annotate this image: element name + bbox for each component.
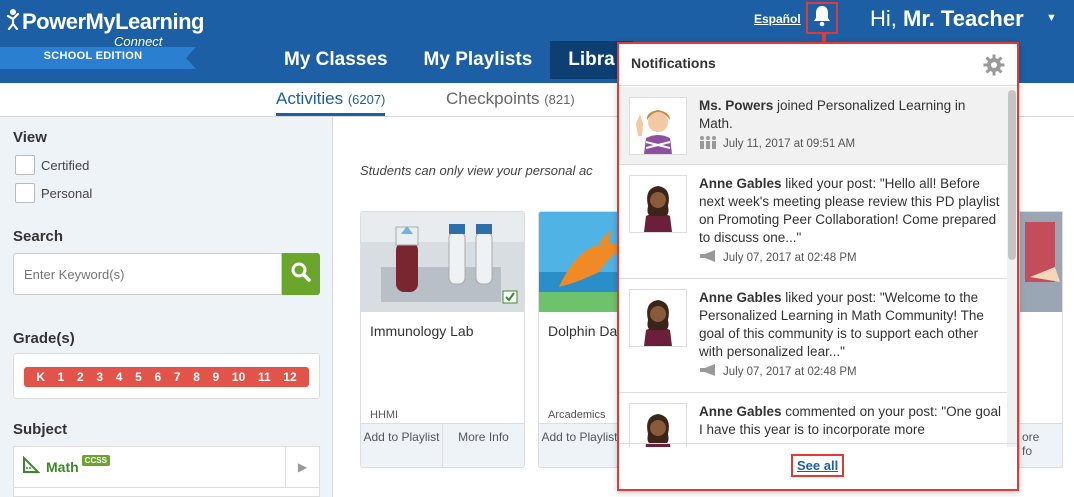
nav-my-classes[interactable]: My Classes <box>266 41 406 79</box>
search-icon <box>290 261 312 288</box>
card-title[interactable]: Immunology Lab <box>370 323 474 339</box>
grades-title: Grade(s) <box>13 330 75 347</box>
notifications-panel: Notifications Ms. Powers joined Personal… <box>617 42 1019 491</box>
subject-next-row <box>13 488 320 497</box>
visibility-notice: Students can only view your personal ac <box>360 163 593 178</box>
avatar <box>629 97 687 155</box>
filter-sidebar: View Certified Personal Search Grade(s) … <box>0 117 333 497</box>
more-info-button[interactable]: More Info <box>442 424 524 467</box>
megaphone-icon <box>699 363 717 380</box>
tab-activities[interactable]: Activities (6207) <box>276 89 386 116</box>
notification-time: July 11, 2017 at 09:51 AM <box>723 137 856 150</box>
notification-actor[interactable]: Anne Gables <box>699 404 782 419</box>
grade-label: 8 <box>193 370 200 384</box>
notification-item[interactable]: Anne Gables liked your post: "Welcome to… <box>619 279 1009 393</box>
main-nav: My Classes My Playlists Libra <box>266 41 633 79</box>
grade-label: 3 <box>96 370 104 384</box>
notifications-button[interactable] <box>806 2 838 34</box>
card-actions: Add to Playlist More Info <box>361 423 524 467</box>
avatar <box>629 175 687 233</box>
notification-item[interactable]: Anne Gables commented on your post: "One… <box>619 393 1009 447</box>
card-publisher: HHMI <box>370 409 399 421</box>
notifications-header: Notifications <box>619 44 1017 86</box>
search-box <box>13 253 320 295</box>
notification-time: July 07, 2017 at 02:48 PM <box>723 365 857 378</box>
grade-label: 4 <box>115 370 123 384</box>
ccss-badge: CCSS <box>81 454 110 466</box>
grade-label: 5 <box>135 370 142 384</box>
user-name: Mr. Teacher <box>903 6 1024 31</box>
search-title: Search <box>13 228 64 245</box>
card-thumbnail <box>361 212 524 312</box>
search-input[interactable] <box>13 253 282 295</box>
scroll-thumb[interactable] <box>1008 90 1016 260</box>
notification-actor[interactable]: Ms. Powers <box>699 98 773 113</box>
grade-label: 2 <box>77 370 84 384</box>
add-to-playlist-button[interactable]: Add to Playlist <box>361 424 442 467</box>
notification-item[interactable]: Anne Gables liked your post: "Hello all!… <box>619 165 1009 279</box>
grade-label: 6 <box>154 370 162 384</box>
view-title: View <box>13 129 47 146</box>
personal-checkbox[interactable]: Personal <box>15 183 92 203</box>
grade-label: 12 <box>283 370 297 384</box>
partial-activity-card[interactable]: ore fo <box>1019 211 1063 468</box>
notification-time: July 07, 2017 at 02:48 PM <box>723 251 857 264</box>
card-publisher: Arcademics <box>548 409 606 421</box>
grade-bar[interactable]: K 1 2 3 4 5 6 7 8 9 10 11 12 <box>24 367 309 387</box>
tab-checkpoints[interactable]: Checkpoints (821) <box>446 89 575 113</box>
grade-label: K <box>36 370 45 384</box>
avatar <box>629 289 687 347</box>
activity-card[interactable]: Immunology Lab HHMI Add to Playlist More… <box>360 211 525 468</box>
notification-item[interactable]: Ms. Powers joined Personalized Learning … <box>619 87 1009 165</box>
person-logo-icon <box>6 8 20 35</box>
see-all-link[interactable]: See all <box>791 454 845 477</box>
megaphone-icon <box>699 249 717 266</box>
avatar <box>629 403 687 447</box>
search-button[interactable] <box>282 253 320 295</box>
bell-icon <box>813 5 831 32</box>
ruler-icon <box>22 455 41 479</box>
caret-down-icon[interactable]: ▼ <box>1046 12 1057 24</box>
grade-label: 7 <box>173 370 181 384</box>
add-to-playlist-button[interactable]: Add to Playlist <box>539 424 620 467</box>
notifications-scrollbar[interactable] <box>1007 87 1017 447</box>
subject-title: Subject <box>13 421 68 438</box>
people-icon <box>699 135 717 152</box>
grade-label: 10 <box>231 370 246 384</box>
notification-actor[interactable]: Anne Gables <box>699 290 782 305</box>
grade-range-slider[interactable]: K 1 2 3 4 5 6 7 8 9 10 11 12 <box>13 353 320 399</box>
brand-name: PowerMyLearning <box>22 8 204 34</box>
notifications-title: Notifications <box>631 55 716 71</box>
subject-label: Math <box>46 459 79 475</box>
subject-math[interactable]: Math CCSS ▶ <box>13 446 320 488</box>
logo[interactable]: PowerMyLearning Connect <box>6 8 204 49</box>
partial-more-info-button[interactable]: ore fo <box>1020 423 1062 467</box>
gear-icon[interactable] <box>983 54 1005 81</box>
chevron-right-icon[interactable]: ▶ <box>285 447 319 487</box>
notifications-footer: See all <box>619 443 1017 489</box>
grade-label: 1 <box>57 370 65 384</box>
grade-label: 11 <box>257 370 271 384</box>
grade-label: 9 <box>212 370 220 384</box>
nav-my-playlists[interactable]: My Playlists <box>406 41 551 79</box>
language-link[interactable]: Español <box>754 12 801 26</box>
notification-actor[interactable]: Anne Gables <box>699 176 782 191</box>
user-greeting[interactable]: Hi, Mr. Teacher <box>870 6 1024 32</box>
card-title[interactable]: Dolphin Da <box>548 323 617 339</box>
certified-checkbox[interactable]: Certified <box>15 155 89 175</box>
notifications-list[interactable]: Ms. Powers joined Personalized Learning … <box>619 87 1009 447</box>
edition-banner: SCHOOL EDITION <box>0 47 196 69</box>
